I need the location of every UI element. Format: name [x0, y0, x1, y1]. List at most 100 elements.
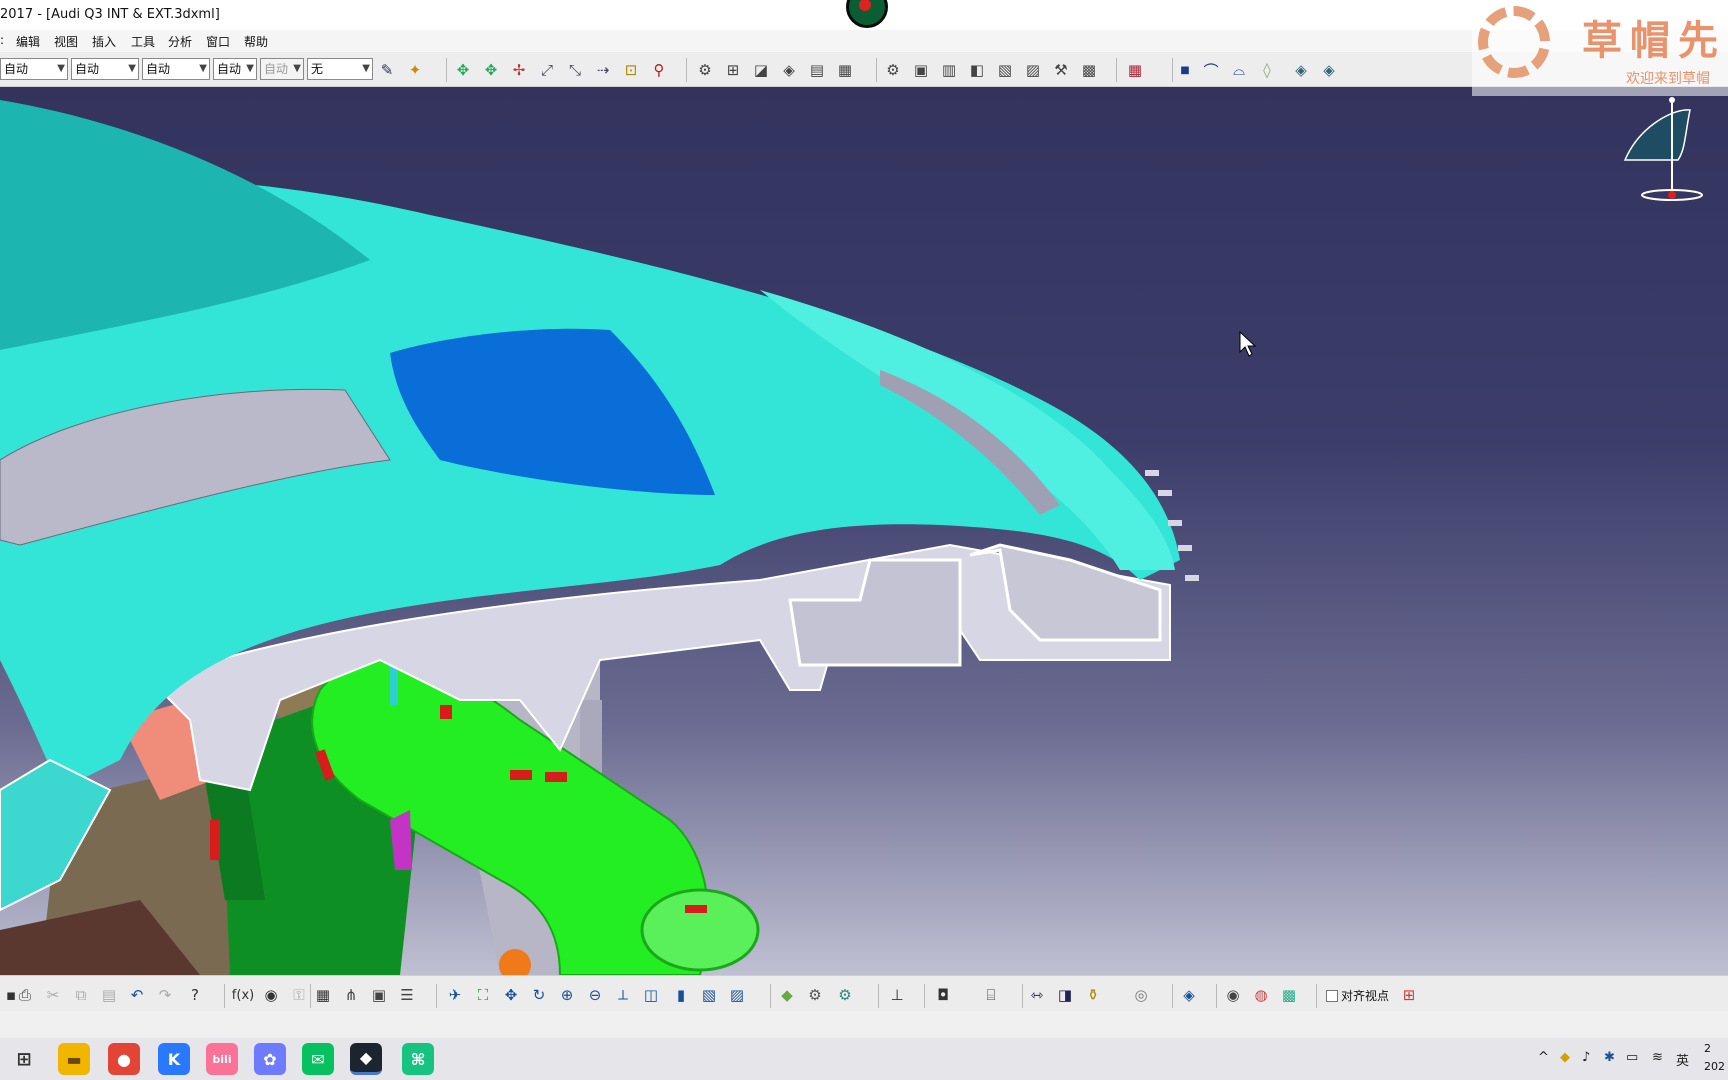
menu-tools[interactable]: 工具	[131, 33, 155, 50]
constraint-fix-icon[interactable]: ▤	[806, 59, 828, 81]
apply-material-bottom-icon[interactable]: ◆	[776, 984, 798, 1006]
texture-icon[interactable]: ▩	[1278, 984, 1300, 1006]
view-3d-icon[interactable]: ◈	[1290, 59, 1312, 81]
point-symbol-combo[interactable]: 自动 ▼	[260, 58, 304, 80]
scene-icon[interactable]: ⌸	[980, 984, 1002, 1006]
tray-expand-icon[interactable]: ^	[1538, 1050, 1549, 1065]
view-3d-alt-icon[interactable]: ◈	[1318, 59, 1340, 81]
shading-icon[interactable]: ▮	[670, 984, 692, 1006]
redo-icon[interactable]: ↷	[154, 984, 176, 1006]
3d-viewport[interactable]	[0, 87, 1728, 975]
print-icon[interactable]: ⎙	[14, 984, 36, 1006]
undo-icon[interactable]: ↶	[126, 984, 148, 1006]
catalog-browser-icon[interactable]: ▦	[1124, 59, 1146, 81]
smart-move-icon[interactable]: ⊡	[620, 59, 642, 81]
menu-help[interactable]: 帮助	[244, 33, 268, 50]
component-icon[interactable]: ▥	[938, 59, 960, 81]
menu-analysis[interactable]: 分析	[168, 33, 192, 50]
cut-icon[interactable]: ✂	[42, 984, 64, 1006]
formula-icon[interactable]: f(x)	[232, 984, 254, 1006]
multi-instantiation-icon[interactable]: ▩	[1078, 59, 1100, 81]
flower-app-icon[interactable]: ✿	[254, 1043, 286, 1075]
swap-visible-icon[interactable]: ▨	[726, 984, 748, 1006]
layer-combo[interactable]: 无 ▼	[307, 58, 373, 80]
plane-icon[interactable]: ◊	[1256, 59, 1278, 81]
hierarchy-icon[interactable]: ☰	[396, 984, 418, 1006]
axis-system-icon[interactable]: ⊥	[886, 984, 908, 1006]
snap-icon[interactable]: ✥	[480, 59, 502, 81]
file-explorer-icon[interactable]: ▬	[58, 1043, 90, 1075]
existing-component-icon[interactable]: ◧	[966, 59, 988, 81]
menu-view[interactable]: 视图	[54, 33, 78, 50]
fit-all-icon[interactable]: ⛶	[472, 984, 494, 1006]
fix-icon[interactable]: ⚲	[648, 59, 670, 81]
grid-icon[interactable]: ⊞	[1398, 984, 1420, 1006]
clash-icon[interactable]: ⤡	[564, 59, 586, 81]
compass-icon[interactable]	[1623, 97, 1703, 201]
clock[interactable]: 2 202	[1704, 1040, 1725, 1076]
normal-view-icon[interactable]: ⟂	[612, 984, 634, 1006]
zoom-in-icon[interactable]: ⊕	[556, 984, 578, 1006]
task-view-icon[interactable]: ⊞	[8, 1043, 40, 1075]
replace-component-icon[interactable]: ▧	[994, 59, 1016, 81]
knowledge-icon[interactable]: ◉	[260, 984, 282, 1006]
stop-manipulate-icon[interactable]: ⇢	[592, 59, 614, 81]
table-icon[interactable]: ▦	[312, 984, 334, 1006]
constraint-coincidence-icon[interactable]: ⚙	[694, 59, 716, 81]
pan-compass-icon[interactable]: ✥	[452, 59, 474, 81]
wifi-icon[interactable]: ≋	[1652, 1050, 1663, 1065]
constraint-offset-icon[interactable]: ◪	[750, 59, 772, 81]
kugou-icon[interactable]: K	[158, 1043, 190, 1075]
material-library-icon[interactable]: ◉	[1222, 984, 1244, 1006]
catalog-icon[interactable]: ▣	[368, 984, 390, 1006]
bluetooth-icon[interactable]: ✱	[1604, 1050, 1615, 1065]
measure-between-icon[interactable]: ⚙	[804, 984, 826, 1006]
distance-icon[interactable]: ⇿	[1026, 984, 1048, 1006]
whats-this-icon[interactable]: ?	[184, 984, 206, 1006]
snap-viewpoint-checkbox[interactable]	[1326, 990, 1338, 1002]
explode-icon[interactable]: ⤢	[536, 59, 558, 81]
menu-insert[interactable]: 插入	[92, 33, 116, 50]
generate-numbering-icon[interactable]: ⚒	[1050, 59, 1072, 81]
security-icon[interactable]: ◆	[1560, 1050, 1570, 1065]
menu-window[interactable]: 窗口	[206, 33, 230, 50]
graph-reorder-icon[interactable]: ▨	[1022, 59, 1044, 81]
constraint-angle-icon[interactable]: ◈	[778, 59, 800, 81]
clash-bottom-icon[interactable]: ⚱	[1082, 984, 1104, 1006]
render-icon[interactable]: ◍	[1250, 984, 1272, 1006]
record-indicator-icon[interactable]	[846, 0, 888, 28]
point-icon[interactable]: ■	[1174, 59, 1196, 81]
zoom-out-icon[interactable]: ⊖	[584, 984, 606, 1006]
color-combo[interactable]: 自动 ▼	[0, 58, 68, 80]
tree-icon[interactable]: ⋔	[340, 984, 362, 1006]
volume-icon[interactable]: ♪	[1582, 1050, 1590, 1065]
ime-indicator[interactable]: 英	[1676, 1050, 1689, 1069]
wechat-icon[interactable]: ✉	[302, 1043, 334, 1075]
lock-icon[interactable]: ⚿	[288, 984, 310, 1006]
format-painter-icon[interactable]: ✎	[376, 59, 398, 81]
catia-icon[interactable]: ◆	[350, 1043, 382, 1075]
menu-edit[interactable]: 编辑	[16, 33, 40, 50]
rotate-icon[interactable]: ↻	[528, 984, 550, 1006]
measure-item-icon[interactable]: ⚙	[834, 984, 856, 1006]
line-type-combo[interactable]: 自动 ▼	[213, 58, 257, 80]
line-weight-combo[interactable]: 自动 ▼	[142, 58, 210, 80]
eraser-icon[interactable]: ◈	[1178, 984, 1200, 1006]
bilibili-icon[interactable]: bili	[206, 1043, 238, 1075]
surface-icon[interactable]: ⌓	[1228, 59, 1250, 81]
paste-icon[interactable]: ▤	[98, 984, 120, 1006]
quick-view-icon[interactable]: ◫	[640, 984, 662, 1006]
product-new-icon[interactable]: ⚙	[882, 59, 904, 81]
manipulate-icon[interactable]: ✢	[508, 59, 530, 81]
apply-material-icon[interactable]: ✦	[404, 59, 426, 81]
light-icon[interactable]: ◎	[1130, 984, 1152, 1006]
section-icon[interactable]: ◨	[1054, 984, 1076, 1006]
transparency-combo[interactable]: 自动 ▼	[71, 58, 139, 80]
chrome-icon[interactable]: ●	[108, 1043, 140, 1075]
green-app-icon[interactable]: ⌘	[402, 1043, 434, 1075]
constraint-reuse-icon[interactable]: ▦	[834, 59, 856, 81]
pan-icon[interactable]: ✥	[500, 984, 522, 1006]
battery-icon[interactable]: ▭	[1626, 1050, 1638, 1065]
capture-icon[interactable]: ◘	[932, 984, 954, 1006]
hide-show-icon[interactable]: ▧	[698, 984, 720, 1006]
